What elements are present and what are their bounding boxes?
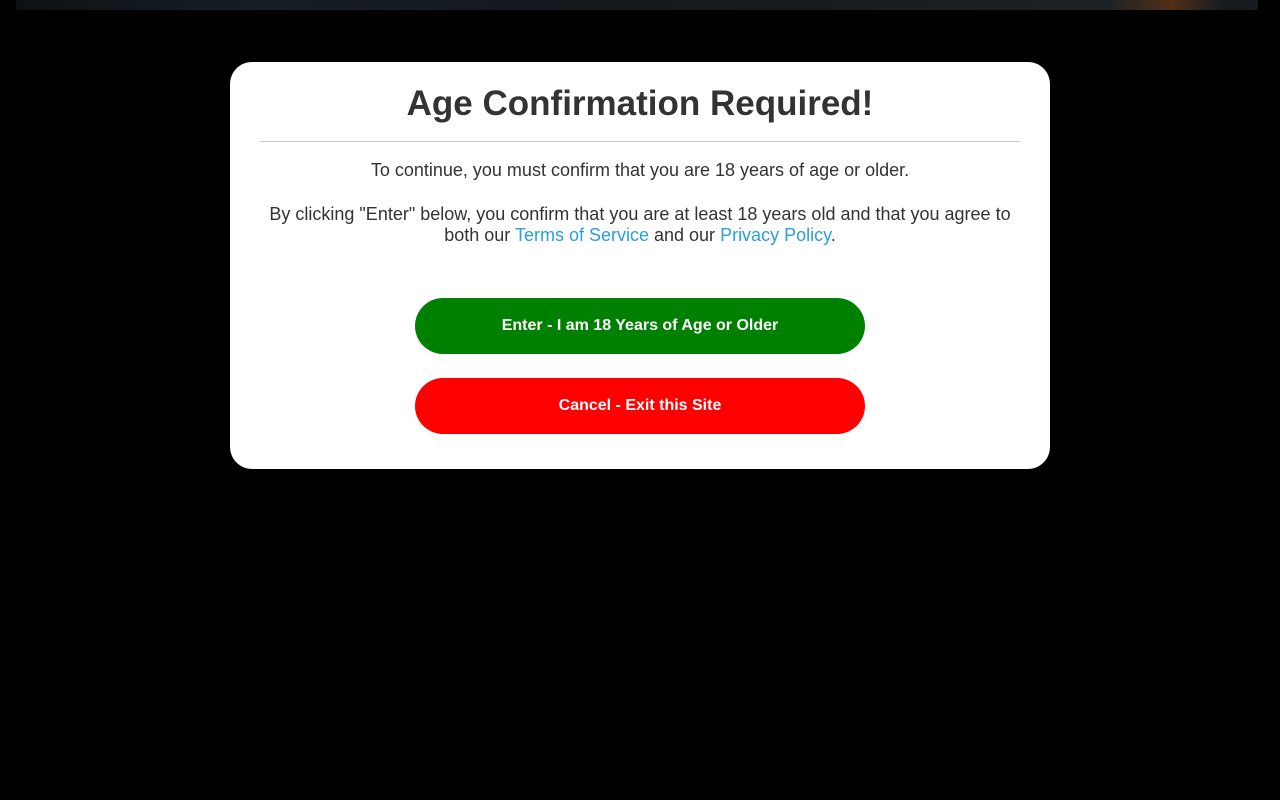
privacy-policy-link[interactable]: Privacy Policy [720,225,831,245]
enter-button[interactable]: Enter - I am 18 Years of Age or Older [415,298,865,354]
age-confirmation-modal: Age Confirmation Required! To continue, … [230,62,1050,469]
cancel-exit-button[interactable]: Cancel - Exit this Site [415,378,865,434]
age-requirement-text: To continue, you must confirm that you a… [370,160,910,180]
agreement-text-suffix: . [830,225,836,245]
title-divider [260,141,1020,142]
modal-title: Age Confirmation Required! [406,84,874,123]
agreement-text: By clicking "Enter" below, you confirm t… [260,204,1020,246]
terms-of-service-link[interactable]: Terms of Service [515,225,649,245]
agreement-text-mid: and our [649,225,721,245]
